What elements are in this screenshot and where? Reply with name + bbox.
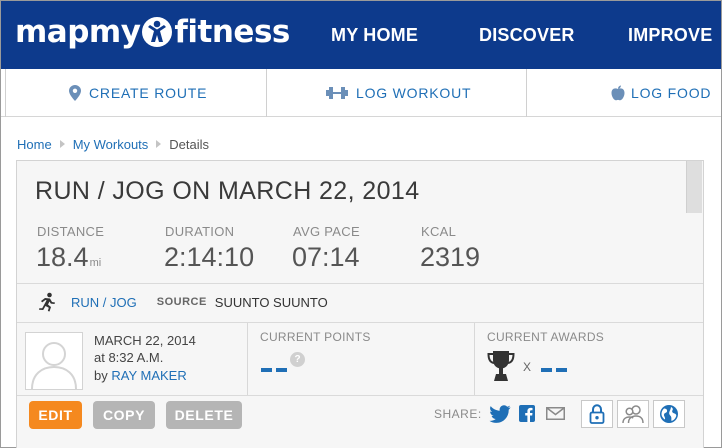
kcal-value: 2319 [420, 242, 481, 272]
nav-improve[interactable]: IMPROVE [628, 1, 712, 69]
column-divider [474, 323, 475, 395]
runner-x-icon [142, 17, 173, 47]
breadcrumb-separator-icon [59, 140, 65, 148]
duration-value: 2:14:10 [164, 242, 255, 272]
create-route-label: CREATE ROUTE [89, 85, 208, 101]
action-divider [526, 69, 527, 117]
source-value: SUUNTO SUUNTO [214, 294, 328, 310]
lock-icon [589, 404, 605, 424]
avg-pace-label: AVG PACE [293, 224, 360, 239]
distance-label: DISTANCE [37, 224, 105, 239]
current-points-label: CURRENT POINTS [260, 330, 371, 344]
breadcrumb: Home My Workouts Details [17, 135, 209, 153]
awards-multiplier: X [523, 360, 532, 374]
scrollbar-thumb[interactable] [686, 161, 702, 213]
kcal-label: KCAL [421, 224, 457, 239]
map-pin-icon [69, 85, 81, 101]
create-route-button[interactable]: CREATE ROUTE [69, 69, 207, 117]
globe-icon [660, 405, 678, 423]
trophy-icon [487, 351, 515, 381]
divider [17, 322, 703, 323]
dumbbell-icon [326, 87, 348, 99]
action-bar: CREATE ROUTE LOG WORKOUT LOG FOOD [1, 69, 721, 117]
log-food-button[interactable]: LOG FOOD [611, 69, 711, 117]
privacy-public-button[interactable] [653, 400, 685, 428]
divider [17, 395, 703, 396]
copy-button[interactable]: COPY [93, 401, 155, 429]
workout-title: RUN / JOG ON MARCH 22, 2014 [35, 177, 420, 205]
log-food-label: LOG FOOD [631, 85, 712, 101]
distance-unit: mi [89, 257, 102, 269]
breadcrumb-home[interactable]: Home [17, 137, 52, 152]
activity-type-row: RUN / JOG SOURCE SUUNTO SUUNTO [37, 291, 328, 313]
activity-type-link[interactable]: RUN / JOG [71, 295, 137, 310]
avg-pace-value: 07:14 [292, 242, 360, 272]
workout-date: MARCH 22, 2014 [94, 333, 196, 348]
current-points-value [261, 368, 287, 372]
breadcrumb-separator-icon [156, 140, 162, 148]
email-icon[interactable] [546, 407, 565, 420]
facebook-icon[interactable] [519, 405, 535, 422]
nav-my-home[interactable]: MY HOME [331, 1, 418, 69]
top-nav-bar: mapmy fitness MY HOME DISCOVER IMPROVE [1, 1, 721, 69]
current-awards-value [541, 368, 567, 372]
current-awards-label: CURRENT AWARDS [487, 330, 605, 344]
nav-discover[interactable]: DISCOVER [479, 1, 575, 69]
log-workout-label: LOG WORKOUT [356, 85, 472, 101]
edit-button[interactable]: EDIT [29, 401, 82, 429]
breadcrumb-my-workouts[interactable]: My Workouts [73, 137, 149, 152]
by-label: by [94, 368, 108, 383]
source-label: SOURCE [156, 296, 207, 308]
breadcrumb-details: Details [169, 136, 210, 152]
friends-icon [622, 405, 644, 424]
delete-button[interactable]: DELETE [166, 401, 242, 429]
apple-icon [611, 85, 625, 101]
workout-author: by RAY MAKER [94, 368, 187, 383]
privacy-friends-button[interactable] [617, 400, 649, 428]
distance-number: 18.4 [36, 242, 89, 272]
twitter-icon[interactable] [489, 405, 511, 423]
logo-suffix: fitness [174, 14, 290, 50]
column-divider [247, 323, 248, 395]
author-link[interactable]: RAY MAKER [111, 368, 186, 383]
avatar[interactable] [25, 332, 83, 390]
divider [17, 283, 703, 284]
distance-value: 18.4mi [36, 242, 101, 273]
mapmyfitness-logo[interactable]: mapmy fitness [15, 12, 290, 52]
privacy-private-button[interactable] [581, 400, 613, 428]
share-label: SHARE: [434, 407, 482, 421]
points-help-icon[interactable]: ? [290, 352, 305, 367]
user-silhouette-icon [31, 342, 77, 390]
logo-prefix: mapmy [15, 14, 141, 50]
log-workout-button[interactable]: LOG WORKOUT [326, 69, 471, 117]
runner-icon [39, 292, 55, 312]
workout-time: at 8:32 A.M. [94, 350, 164, 365]
duration-label: DURATION [165, 224, 235, 239]
action-divider [5, 69, 6, 117]
action-divider [266, 69, 267, 117]
